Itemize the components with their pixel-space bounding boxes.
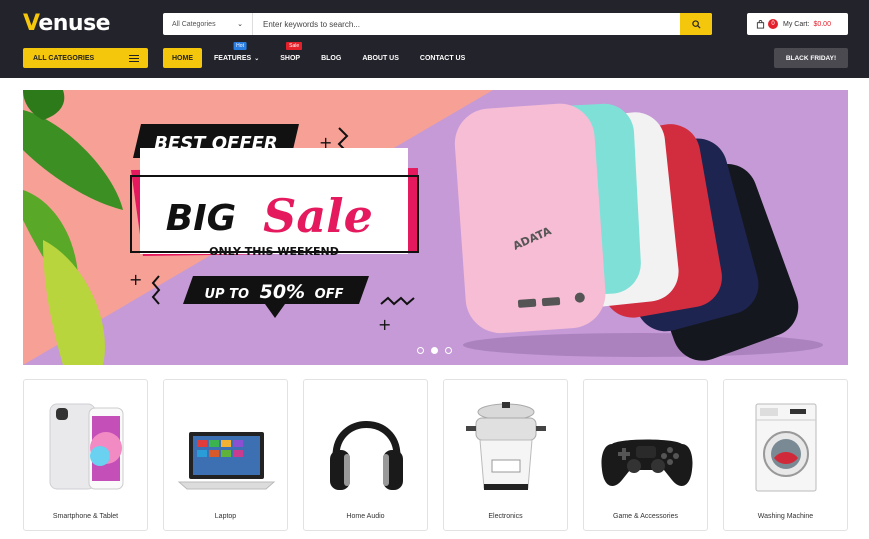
slide-dot-3[interactable] bbox=[445, 347, 452, 354]
sale-badge: Sale bbox=[286, 42, 303, 50]
nav-label: HOME bbox=[172, 54, 193, 62]
cart-label: My Cart: bbox=[783, 20, 810, 28]
shopping-bag-icon bbox=[756, 19, 765, 29]
svg-text:+: + bbox=[378, 315, 391, 334]
chevron-down-icon: ⌄ bbox=[254, 55, 260, 62]
search-category-select[interactable]: All Categories ⌄ bbox=[163, 13, 253, 35]
category-card-home-audio[interactable]: Home Audio bbox=[303, 379, 428, 531]
nav-item-contact-us[interactable]: CONTACT US bbox=[420, 48, 465, 68]
category-card-washing-machine[interactable]: Washing Machine bbox=[723, 379, 848, 531]
up-to-text: UP TO bbox=[205, 287, 250, 302]
hero-banner[interactable]: BEST OFFER + BIG Sale ONLY THIS WEEKEND … bbox=[23, 90, 848, 365]
slider-dots bbox=[417, 347, 452, 354]
site-header: Venuse All Categories ⌄ Enter keywords t… bbox=[0, 0, 869, 78]
nav-item-home[interactable]: HOME bbox=[163, 48, 202, 68]
black-friday-button[interactable]: BLACK FRIDAY! bbox=[774, 48, 848, 68]
chevron-down-icon: ⌄ bbox=[237, 21, 243, 28]
nav-label: FEATURES bbox=[214, 54, 252, 62]
nav-label: CONTACT US bbox=[419, 54, 466, 62]
sale-text: Sale bbox=[263, 189, 373, 243]
hot-badge: Hot bbox=[233, 42, 247, 50]
nav-label: ABOUT US bbox=[362, 54, 399, 62]
slide-dot-1[interactable] bbox=[417, 347, 424, 354]
category-label: Smartphone & Tablet bbox=[52, 513, 119, 520]
smartphone-icon bbox=[49, 403, 124, 490]
category-label: Laptop bbox=[214, 513, 237, 520]
menu-icon bbox=[129, 54, 139, 62]
category-label: Washing Machine bbox=[757, 513, 814, 520]
category-card-smartphone[interactable]: Smartphone & Tablet bbox=[23, 379, 148, 531]
cart-button[interactable]: 0 My Cart: $0.00 bbox=[747, 13, 848, 35]
search-bar: All Categories ⌄ Enter keywords to searc… bbox=[163, 13, 712, 35]
gamepad-icon bbox=[601, 439, 693, 486]
category-card-laptop[interactable]: Laptop bbox=[163, 379, 288, 531]
big-text: BIG bbox=[166, 198, 236, 239]
search-icon bbox=[691, 19, 701, 29]
category-label: Electronics bbox=[488, 513, 523, 520]
svg-text:+: + bbox=[129, 270, 142, 289]
cart-total: $0.00 bbox=[813, 20, 831, 28]
category-label: Home Audio bbox=[346, 513, 385, 520]
off-text: OFF bbox=[315, 287, 344, 302]
all-categories-button[interactable]: ALL CATEGORIES bbox=[23, 48, 148, 68]
nav-label: SHOP bbox=[280, 54, 301, 62]
nav-item-features[interactable]: Hot FEATURES ⌄ bbox=[214, 42, 260, 68]
category-grid: Smartphone & Tablet Laptop Home Audio El… bbox=[23, 379, 848, 531]
search-category-label: All Categories bbox=[172, 20, 216, 28]
rice-cooker-icon bbox=[466, 402, 546, 490]
category-card-electronics[interactable]: Electronics bbox=[443, 379, 568, 531]
category-card-game[interactable]: Game & Accessories bbox=[583, 379, 708, 531]
main-nav: HOME Hot FEATURES ⌄ Sale SHOP BLOG ABOUT… bbox=[163, 42, 486, 68]
nav-item-about-us[interactable]: ABOUT US bbox=[362, 48, 399, 68]
search-input[interactable]: Enter keywords to search... bbox=[253, 13, 680, 35]
search-button[interactable] bbox=[680, 13, 712, 35]
category-label: Game & Accessories bbox=[613, 513, 678, 520]
percent-text: 50% bbox=[260, 281, 305, 303]
banner-artwork: BEST OFFER + BIG Sale ONLY THIS WEEKEND … bbox=[23, 90, 848, 365]
cart-count-badge: 0 bbox=[768, 19, 778, 29]
washing-machine-icon bbox=[755, 403, 817, 492]
all-categories-label: ALL CATEGORIES bbox=[33, 54, 95, 62]
only-this-weekend-text: ONLY THIS WEEKEND bbox=[209, 245, 339, 258]
nav-item-shop[interactable]: Sale SHOP bbox=[280, 42, 303, 68]
site-logo[interactable]: Venuse bbox=[23, 11, 111, 36]
nav-label: BLOG bbox=[321, 54, 342, 62]
slide-dot-2[interactable] bbox=[431, 347, 438, 354]
headphones-icon bbox=[330, 421, 403, 490]
nav-item-blog[interactable]: BLOG bbox=[321, 48, 341, 68]
laptop-icon bbox=[177, 432, 276, 490]
